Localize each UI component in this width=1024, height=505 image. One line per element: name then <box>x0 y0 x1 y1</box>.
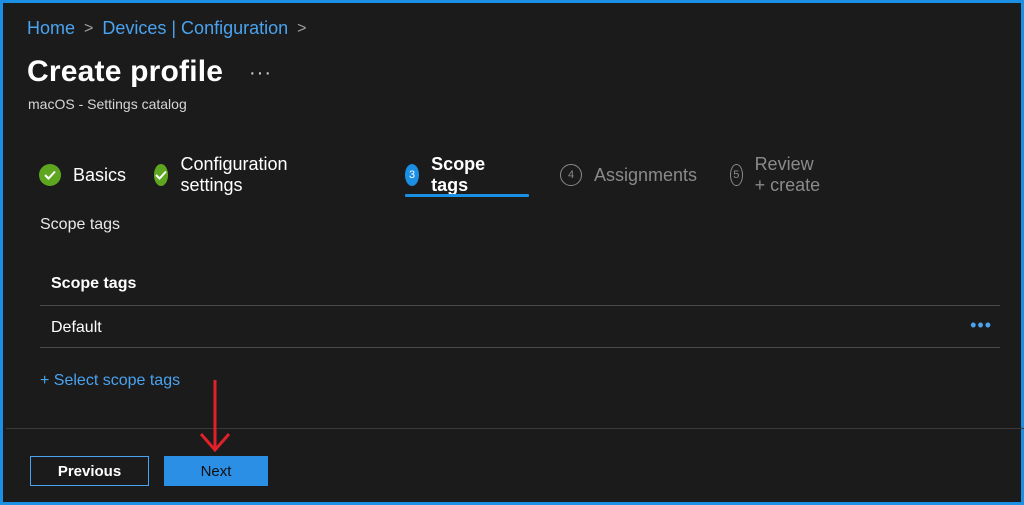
page-subtitle: macOS - Settings catalog <box>28 96 187 112</box>
step-number-icon: 5 <box>730 164 743 186</box>
select-scope-tags-link[interactable]: + Select scope tags <box>40 372 180 390</box>
page-title: Create profile <box>27 55 224 88</box>
more-options-icon[interactable]: ··· <box>249 62 272 85</box>
section-label: Scope tags <box>40 216 121 233</box>
step-label: Basics <box>73 164 127 185</box>
footer-divider <box>6 428 1024 429</box>
annotation-arrow-down-icon <box>199 380 231 453</box>
breadcrumb-separator-icon: > <box>84 19 94 37</box>
next-button[interactable]: Next <box>164 456 268 486</box>
checkmark-icon <box>154 164 169 186</box>
table-header: Scope tags <box>40 261 1000 306</box>
step-number-icon: 3 <box>405 164 420 186</box>
step-label: Review + create <box>754 154 821 195</box>
step-label: Configuration settings <box>180 154 288 195</box>
step-scope-tags[interactable]: 3 Scope tags <box>405 154 493 195</box>
breadcrumb: Home > Devices | Configuration > <box>27 18 315 39</box>
row-more-options-icon[interactable]: ••• <box>970 315 992 336</box>
step-assignments[interactable]: 4 Assignments <box>560 161 697 189</box>
app-frame: Home > Devices | Configuration > Create … <box>0 0 1024 505</box>
breadcrumb-separator-icon: > <box>297 19 307 37</box>
breadcrumb-home[interactable]: Home <box>27 18 75 39</box>
active-step-underline <box>405 194 529 197</box>
breadcrumb-devices-configuration[interactable]: Devices | Configuration <box>102 18 288 39</box>
column-header-scope-tags: Scope tags <box>51 275 137 292</box>
step-review-create[interactable]: 5 Review + create <box>730 154 823 195</box>
step-label: Assignments <box>594 164 698 185</box>
step-basics[interactable]: Basics <box>39 161 126 189</box>
previous-button[interactable]: Previous <box>30 456 149 486</box>
step-number-icon: 4 <box>560 164 582 186</box>
scope-tag-value: Default <box>51 319 102 336</box>
step-label: Scope tags <box>431 154 486 195</box>
step-configuration-settings[interactable]: Configuration settings <box>154 154 295 195</box>
table-row[interactable]: Default ••• <box>40 307 1000 348</box>
checkmark-icon <box>39 164 61 186</box>
